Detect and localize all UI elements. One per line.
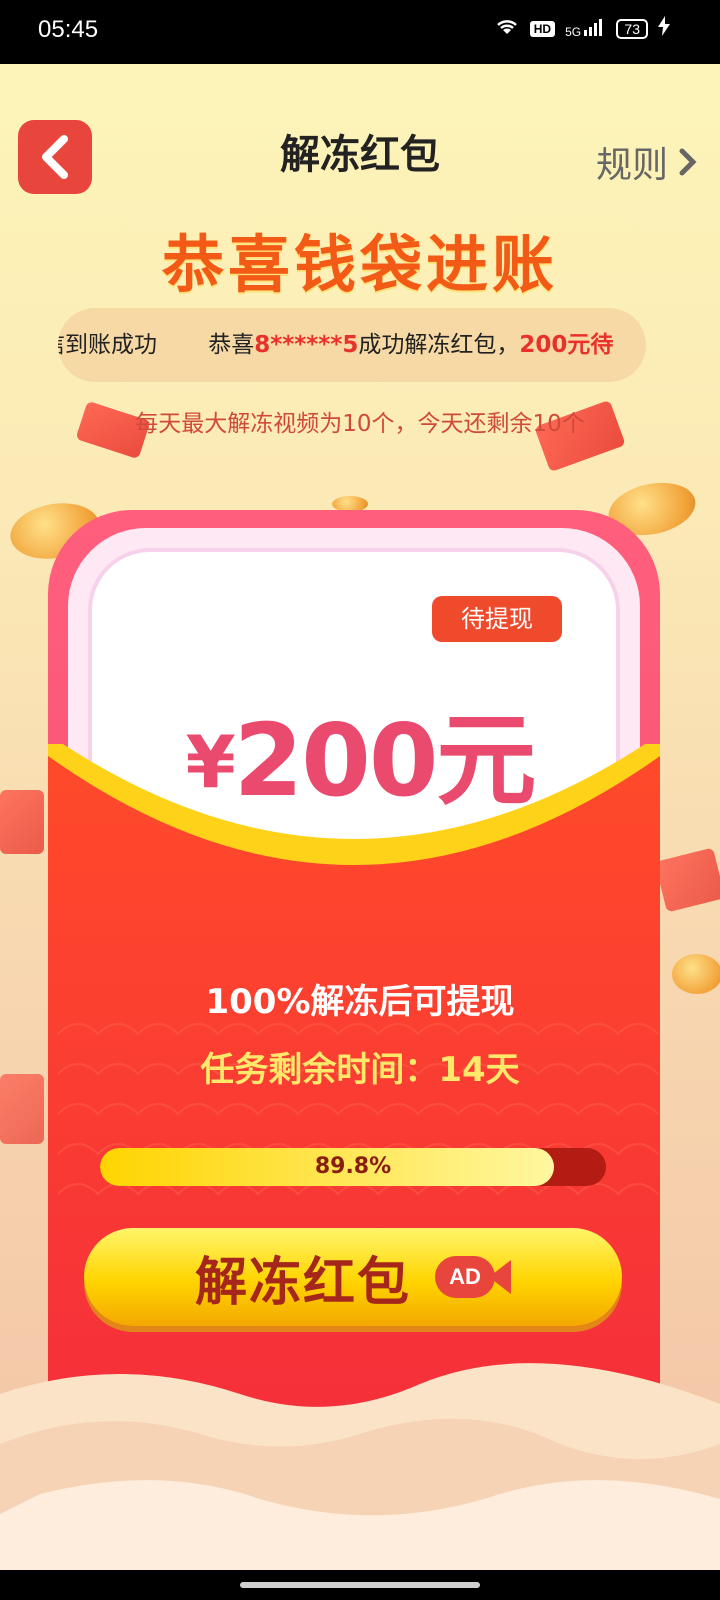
ad-label: AD (435, 1256, 495, 1298)
pending-withdrawal-badge: 待提现 (432, 596, 562, 642)
ticker-prefix: 信到账成功 (58, 332, 157, 358)
unfreeze-page: 解冻红包 规则 恭喜钱袋进账 信到账成功 恭喜8******5成功解冻红包，20… (0, 64, 720, 1570)
unlock-red-packet-button[interactable]: 解冻红包 AD (84, 1228, 622, 1326)
unlock-progress-label: 89.8% (314, 1154, 392, 1179)
chevron-right-icon (679, 148, 697, 176)
video-ad-icon: AD (435, 1256, 511, 1298)
ticker-amount: 200元 (519, 332, 591, 358)
congrats-headline: 恭喜钱袋进账 (161, 228, 558, 301)
task-remaining-time: 任务剩余时间：14天 (200, 1050, 520, 1090)
ticker-trailing: 待 (590, 332, 614, 358)
wifi-icon (494, 16, 520, 41)
hd-icon: HD (529, 20, 556, 37)
red-envelope-decoration (654, 847, 720, 913)
daily-limit-hint: 每天最大解冻视频为10个，今天还剩余10个 (135, 411, 585, 437)
ticker-message-mid: 成功解冻红包， (358, 332, 520, 358)
battery-icon: 73 (616, 18, 648, 39)
ticker-content: 信到账成功 恭喜8******5成功解冻红包，200元待 (58, 308, 613, 382)
signal-5g-icon: 5G (565, 18, 606, 39)
ticker-masked-user: 8******5 (254, 332, 359, 358)
status-icons: HD 5G 73 (494, 16, 670, 41)
charging-icon (658, 16, 670, 41)
unlock-button-label: 解冻红包 (194, 1252, 411, 1313)
network-type: 5G (565, 25, 582, 39)
unlock-progress-bar: 89.8% (100, 1148, 606, 1186)
rules-link[interactable]: 规则 (596, 136, 698, 188)
ticker-message-start: 恭喜 (208, 332, 255, 358)
home-indicator[interactable] (240, 1582, 480, 1588)
status-time: 05:45 (38, 16, 99, 43)
unlock-requirement-text: 100%解冻后可提现 (205, 982, 515, 1022)
cloud-decoration (0, 1363, 720, 1570)
status-bar: 05:45 HD 5G 73 (0, 0, 720, 64)
rules-label: 规则 (595, 145, 668, 186)
winner-ticker: 信到账成功 恭喜8******5成功解冻红包，200元待 (58, 308, 646, 382)
system-nav-bar (0, 1570, 720, 1600)
camera-lens-icon (489, 1260, 511, 1294)
